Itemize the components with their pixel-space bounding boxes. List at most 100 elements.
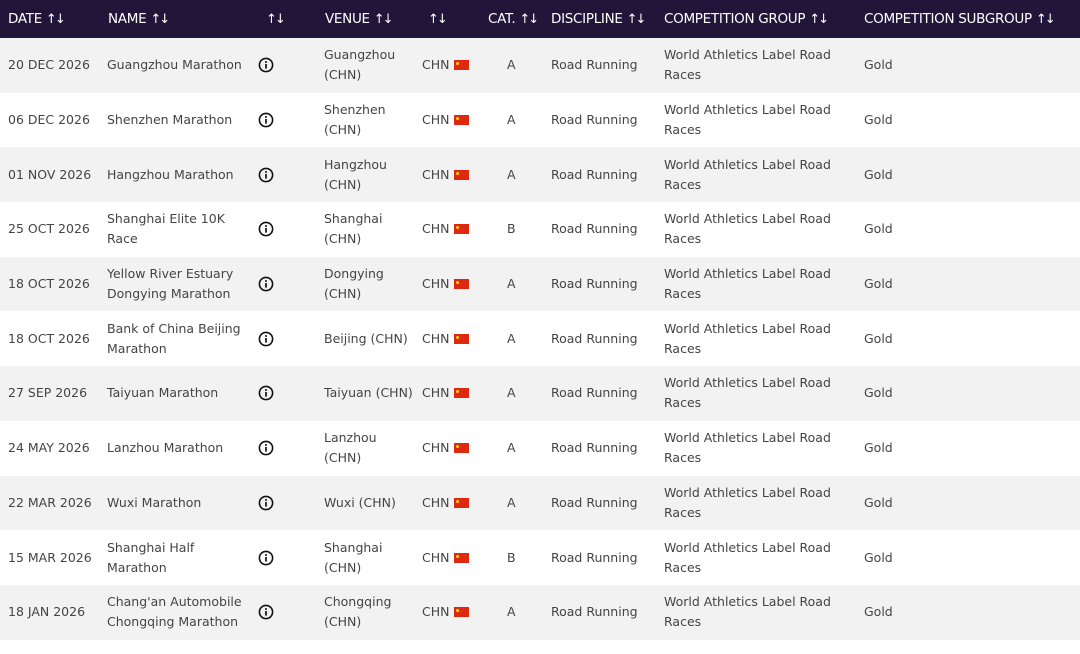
header-venue-label: VENUE <box>325 11 370 27</box>
row-category: A <box>507 276 516 292</box>
country-code: CHN <box>422 221 450 237</box>
sort-by-info[interactable]: ↑↓ <box>262 0 286 38</box>
row-discipline: Road Running <box>551 604 638 620</box>
info-icon <box>258 386 274 401</box>
header-subgroup-label: COMPETITION SUBGROUP <box>864 11 1032 27</box>
sort-by-date[interactable]: DATE ↑↓ <box>8 0 66 38</box>
info-button[interactable] <box>258 421 280 476</box>
sort-arrows-icon: ↑↓ <box>626 11 647 27</box>
row-discipline: Road Running <box>551 221 638 237</box>
country-code: CHN <box>422 549 450 565</box>
info-icon <box>258 495 274 511</box>
row-date: 06 DEC 2026 <box>8 112 90 128</box>
sort-arrows-icon: ↑↓ <box>266 11 286 27</box>
table-row[interactable]: 25 OCT 2026 Shanghai Elite 10K Race Shan… <box>0 202 1080 257</box>
table-row[interactable]: 18 OCT 2026 Bank of China Beijing Marath… <box>0 311 1080 367</box>
row-name[interactable]: Taiyuan Marathon <box>107 366 247 421</box>
row-date: 24 MAY 2026 <box>8 440 90 456</box>
sort-by-category[interactable]: CAT. ↑↓ <box>488 0 539 38</box>
sort-by-country[interactable]: ↑↓ <box>424 0 448 38</box>
row-name[interactable]: Wuxi Marathon <box>107 476 247 531</box>
row-competition-subgroup: Gold <box>864 330 893 346</box>
info-icon <box>258 167 274 183</box>
row-name[interactable]: Bank of China Beijing Marathon <box>107 311 247 366</box>
table-row[interactable]: 01 NOV 2026 Hangzhou Marathon Hangzhou (… <box>0 147 1080 203</box>
info-button[interactable] <box>258 366 280 421</box>
table-row[interactable]: 06 DEC 2026 Shenzhen Marathon Shenzhen (… <box>0 92 1080 148</box>
row-country: CHN <box>422 421 482 476</box>
row-country: CHN <box>422 530 482 585</box>
row-category: A <box>507 604 516 620</box>
china-flag-icon <box>454 443 470 454</box>
country-code: CHN <box>422 494 450 510</box>
row-country: CHN <box>422 476 482 531</box>
row-name[interactable]: Guangzhou Marathon <box>107 38 247 93</box>
row-discipline: Road Running <box>551 385 638 401</box>
header-group-label: COMPETITION GROUP <box>664 11 806 27</box>
row-date: 01 NOV 2026 <box>8 166 92 182</box>
row-date: 20 DEC 2026 <box>8 57 90 73</box>
row-category: A <box>507 112 516 128</box>
row-competition-group: World Athletics Label Road Races <box>664 47 831 83</box>
row-category: A <box>507 440 516 456</box>
row-competition-group: World Athletics Label Road Races <box>664 156 831 192</box>
table-body: 20 DEC 2026 Guangzhou Marathon Guangzhou… <box>0 38 1080 640</box>
sort-by-competition-subgroup[interactable]: COMPETITION SUBGROUP ↑↓ <box>864 0 1056 38</box>
row-venue: Wuxi (CHN) <box>324 494 396 510</box>
row-venue: Guangzhou (CHN) <box>324 47 396 83</box>
info-icon <box>258 57 274 73</box>
country-code: CHN <box>422 112 450 128</box>
row-discipline: Road Running <box>551 112 638 128</box>
info-button[interactable] <box>258 476 280 531</box>
china-flag-icon <box>454 115 470 126</box>
row-country: CHN <box>422 202 482 257</box>
sort-arrows-icon: ↑↓ <box>428 11 448 27</box>
row-name[interactable]: Lanzhou Marathon <box>107 421 247 476</box>
row-competition-group: World Athletics Label Road Races <box>664 320 831 356</box>
country-code: CHN <box>422 604 450 620</box>
row-discipline: Road Running <box>551 276 638 292</box>
china-flag-icon <box>454 607 470 618</box>
sort-by-venue[interactable]: VENUE ↑↓ <box>325 0 394 38</box>
row-category: A <box>507 57 516 73</box>
table-row[interactable]: 27 SEP 2026 Taiyuan Marathon Taiyuan (CH… <box>0 366 1080 421</box>
table-row[interactable]: 18 JAN 2026 Chang'an Automobile Chongqin… <box>0 584 1080 640</box>
info-button[interactable] <box>258 585 280 640</box>
info-button[interactable] <box>258 311 280 366</box>
row-name[interactable]: Shenzhen Marathon <box>107 93 247 148</box>
row-discipline: Road Running <box>551 494 638 510</box>
sort-by-competition-group[interactable]: COMPETITION GROUP ↑↓ <box>664 0 829 38</box>
row-competition-group: World Athletics Label Road Races <box>664 102 831 138</box>
row-competition-subgroup: Gold <box>864 494 893 510</box>
sort-by-discipline[interactable]: DISCIPLINE ↑↓ <box>551 0 647 38</box>
china-flag-icon <box>454 552 470 563</box>
info-icon <box>258 331 274 347</box>
row-date: 18 OCT 2026 <box>8 330 90 346</box>
row-competition-subgroup: Gold <box>864 549 893 565</box>
info-button[interactable] <box>258 93 280 148</box>
row-category: A <box>507 166 516 182</box>
info-button[interactable] <box>258 202 280 257</box>
info-button[interactable] <box>258 257 280 312</box>
info-button[interactable] <box>258 530 280 585</box>
row-venue: Dongying (CHN) <box>324 266 384 302</box>
china-flag-icon <box>454 169 470 180</box>
china-flag-icon <box>454 279 470 290</box>
info-icon <box>258 604 274 620</box>
row-name[interactable]: Hangzhou Marathon <box>107 147 247 202</box>
info-button[interactable] <box>258 38 280 93</box>
row-name[interactable]: Yellow River Estuary Dongying Marathon <box>107 257 247 312</box>
table-row[interactable]: 18 OCT 2026 Yellow River Estuary Dongyin… <box>0 256 1080 312</box>
table-row[interactable]: 24 MAY 2026 Lanzhou Marathon Lanzhou (CH… <box>0 420 1080 476</box>
table-row[interactable]: 15 MAR 2026 Shanghai Half Marathon Shang… <box>0 530 1080 585</box>
info-button[interactable] <box>258 147 280 202</box>
country-code: CHN <box>422 276 450 292</box>
row-name[interactable]: Shanghai Elite 10K Race <box>107 202 247 257</box>
sort-by-name[interactable]: NAME ↑↓ <box>108 0 170 38</box>
row-venue: Lanzhou (CHN) <box>324 430 377 466</box>
table-row[interactable]: 20 DEC 2026 Guangzhou Marathon Guangzhou… <box>0 38 1080 93</box>
row-competition-group: World Athletics Label Road Races <box>664 211 831 247</box>
row-name[interactable]: Chang'an Automobile Chongqing Marathon <box>107 585 247 640</box>
row-name[interactable]: Shanghai Half Marathon <box>107 530 247 585</box>
table-row[interactable]: 22 MAR 2026 Wuxi Marathon Wuxi (CHN) CHN… <box>0 475 1080 531</box>
